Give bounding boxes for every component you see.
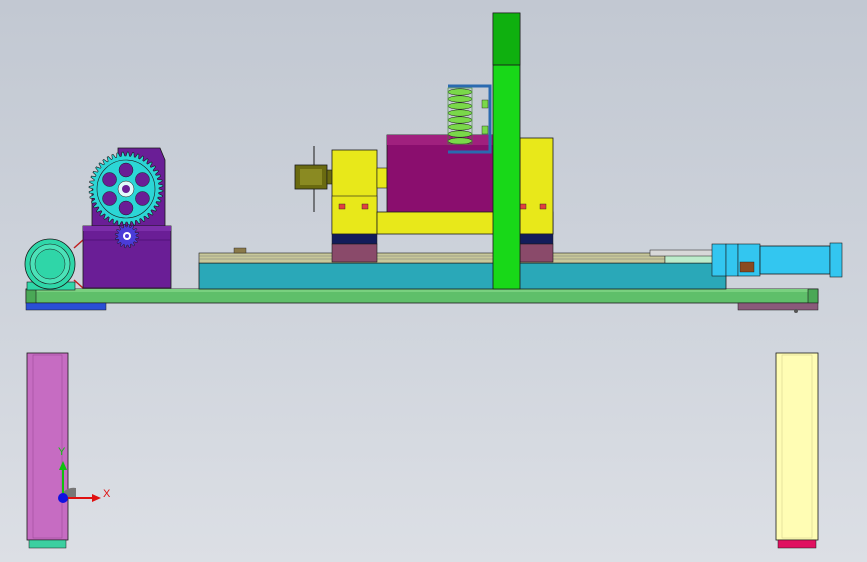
chuck[interactable] xyxy=(294,146,334,212)
vertical-column[interactable] xyxy=(492,12,521,290)
base-pad-right xyxy=(737,302,819,311)
base-pad-left xyxy=(25,302,107,311)
leg-right[interactable] xyxy=(775,352,819,549)
base-plate[interactable] xyxy=(25,288,819,304)
slide-base[interactable] xyxy=(198,247,727,290)
main-gear[interactable] xyxy=(88,151,164,227)
x-axis-label: X xyxy=(103,488,111,500)
z-axis-dot xyxy=(58,493,68,503)
y-axis-label: Y xyxy=(58,446,66,458)
spring-coil xyxy=(447,87,473,145)
drive-motor[interactable] xyxy=(24,238,84,291)
assembly-model[interactable]: X Y xyxy=(0,0,867,562)
base-bolt xyxy=(794,309,798,313)
cad-viewport[interactable]: X Y xyxy=(0,0,867,562)
